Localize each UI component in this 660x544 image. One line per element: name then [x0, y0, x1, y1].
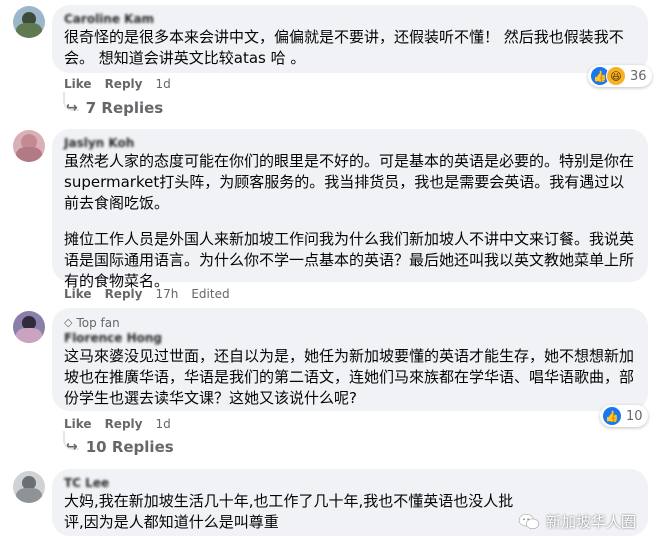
reply-button[interactable]: Reply — [105, 77, 143, 91]
comment-bubble: Caroline Kam 很奇怪的是很多本来会讲中文，偏偏就是不要讲，还假装听不… — [52, 5, 648, 73]
timestamp[interactable]: 1d — [155, 417, 170, 431]
haha-reaction-icon: 😆 — [606, 66, 626, 86]
like-button[interactable]: Like — [64, 287, 92, 301]
top-fan-label: Top fan — [76, 316, 120, 330]
replies-label: 7 Replies — [85, 99, 164, 117]
reaction-summary[interactable]: 👍 10 — [600, 405, 648, 427]
avatar[interactable] — [13, 471, 45, 503]
like-reaction-icon: 👍 — [602, 406, 622, 426]
timestamp[interactable]: 17h — [155, 287, 178, 301]
watermark-label: 新加坡华人圈 — [545, 513, 636, 531]
comment-actions: Like Reply 1d — [64, 77, 171, 91]
comment-author[interactable]: Florence Hong — [64, 331, 636, 346]
view-replies-link[interactable]: ↪ 10 Replies — [66, 438, 174, 456]
reaction-summary[interactable]: 👍 😆 36 — [588, 65, 652, 87]
comment-actions: Like Reply 17h Edited — [64, 287, 230, 301]
timestamp[interactable]: 1d — [155, 77, 170, 91]
diamond-icon: ◇ — [64, 316, 73, 329]
like-button[interactable]: Like — [64, 417, 92, 431]
reply-button[interactable]: Reply — [105, 417, 143, 431]
reply-arrow-icon: ↪ — [66, 439, 78, 455]
watermark: 新加坡华人圈 — [518, 511, 636, 532]
comment-bubble: ◇ Top fan Florence Hong 这马來婆没见过世面，还自以为是，… — [52, 308, 648, 411]
reply-arrow-icon: ↪ — [66, 100, 78, 116]
avatar[interactable] — [13, 311, 45, 343]
reaction-count: 10 — [626, 408, 643, 424]
wechat-icon — [518, 513, 540, 529]
edited-label: Edited — [191, 287, 230, 301]
replies-label: 10 Replies — [85, 438, 174, 456]
like-button[interactable]: Like — [64, 77, 92, 91]
reply-button[interactable]: Reply — [105, 287, 143, 301]
comment-author[interactable]: TC Lee — [64, 476, 636, 491]
comment-actions: Like Reply 1d — [64, 417, 171, 431]
comment-bubble: Jaslyn Koh 虽然老人家的态度可能在你们的眼里是不好的。可是基本的英语是… — [52, 129, 648, 290]
comment-author[interactable]: Caroline Kam — [64, 12, 636, 27]
comment-text: 很奇怪的是很多本来会讲中文，偏偏就是不要讲，还假装听不懂！ 然后我也假装我不会。… — [64, 28, 624, 67]
avatar[interactable] — [13, 6, 45, 38]
comment-text: 虽然老人家的态度可能在你们的眼里是不好的。可是基本的英语是必要的。特别是你在su… — [64, 152, 635, 290]
comment-text: 这马來婆没见过世面，还自以为是，她任为新加坡要懂的英语才能生存，她不想想新加坡也… — [64, 347, 635, 407]
view-replies-link[interactable]: ↪ 7 Replies — [66, 99, 163, 117]
reaction-count: 36 — [630, 68, 647, 84]
avatar[interactable] — [13, 130, 45, 162]
top-fan-badge: ◇ Top fan — [64, 315, 636, 331]
comment-author[interactable]: Jaslyn Koh — [64, 136, 636, 151]
